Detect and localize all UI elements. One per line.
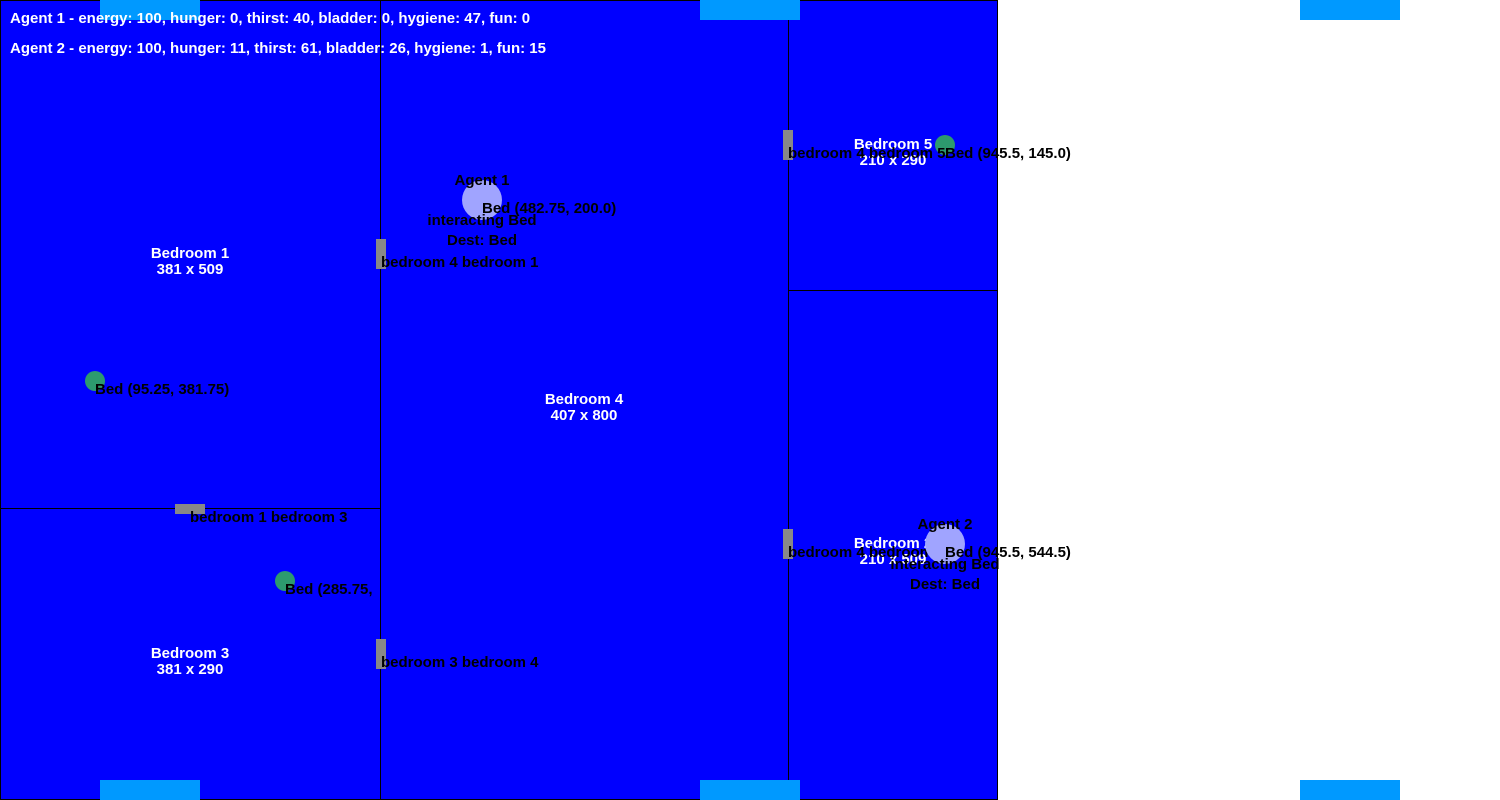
window xyxy=(1300,780,1400,800)
room-size: 381 x 509 xyxy=(156,261,224,278)
door-label: bedroom 1 bedroom 3 xyxy=(190,509,348,526)
room-name: Bedroom 1 xyxy=(150,245,230,262)
window xyxy=(700,0,800,20)
agent-1-dest: Dest: Bed xyxy=(446,232,518,249)
window xyxy=(700,780,800,800)
door-label: bedroom 4 bedroom 1 xyxy=(381,254,539,271)
agent-1-status: Agent 1 - energy: 100, hunger: 0, thirst… xyxy=(10,10,531,27)
door-label: bedroom 3 bedroom 4 xyxy=(381,654,539,671)
window xyxy=(1300,0,1400,20)
room-size: 381 x 290 xyxy=(156,661,224,678)
door-label: bedroom 4 bedroom 5 xyxy=(788,145,946,162)
agent-2-name: Agent 2 xyxy=(917,516,973,533)
agent-1-name: Agent 1 xyxy=(454,172,510,189)
room-name: Bedroom 4 xyxy=(544,391,624,408)
bed-label: Bed (285.75, xyxy=(285,581,373,598)
bed-label: Bed (945.5, 145.0) xyxy=(945,145,1071,162)
agent-1-state: interacting Bed xyxy=(427,212,537,229)
agent-2-status: Agent 2 - energy: 100, hunger: 11, thirs… xyxy=(10,40,546,57)
room-size: 407 x 800 xyxy=(550,407,618,424)
room-name: Bedroom 3 xyxy=(150,645,230,662)
window xyxy=(100,780,200,800)
room-label-bedroom4: Bedroom 4 407 x 800 xyxy=(545,392,623,424)
agent-2-dest: Dest: Bed xyxy=(909,576,981,593)
bed-label: Bed (95.25, 381.75) xyxy=(95,381,230,398)
room-label-bedroom1: Bedroom 1 381 x 509 xyxy=(151,246,229,278)
agent-2-state: interacting Bed xyxy=(890,556,1000,573)
room-label-bedroom3: Bedroom 3 381 x 290 xyxy=(151,646,229,678)
